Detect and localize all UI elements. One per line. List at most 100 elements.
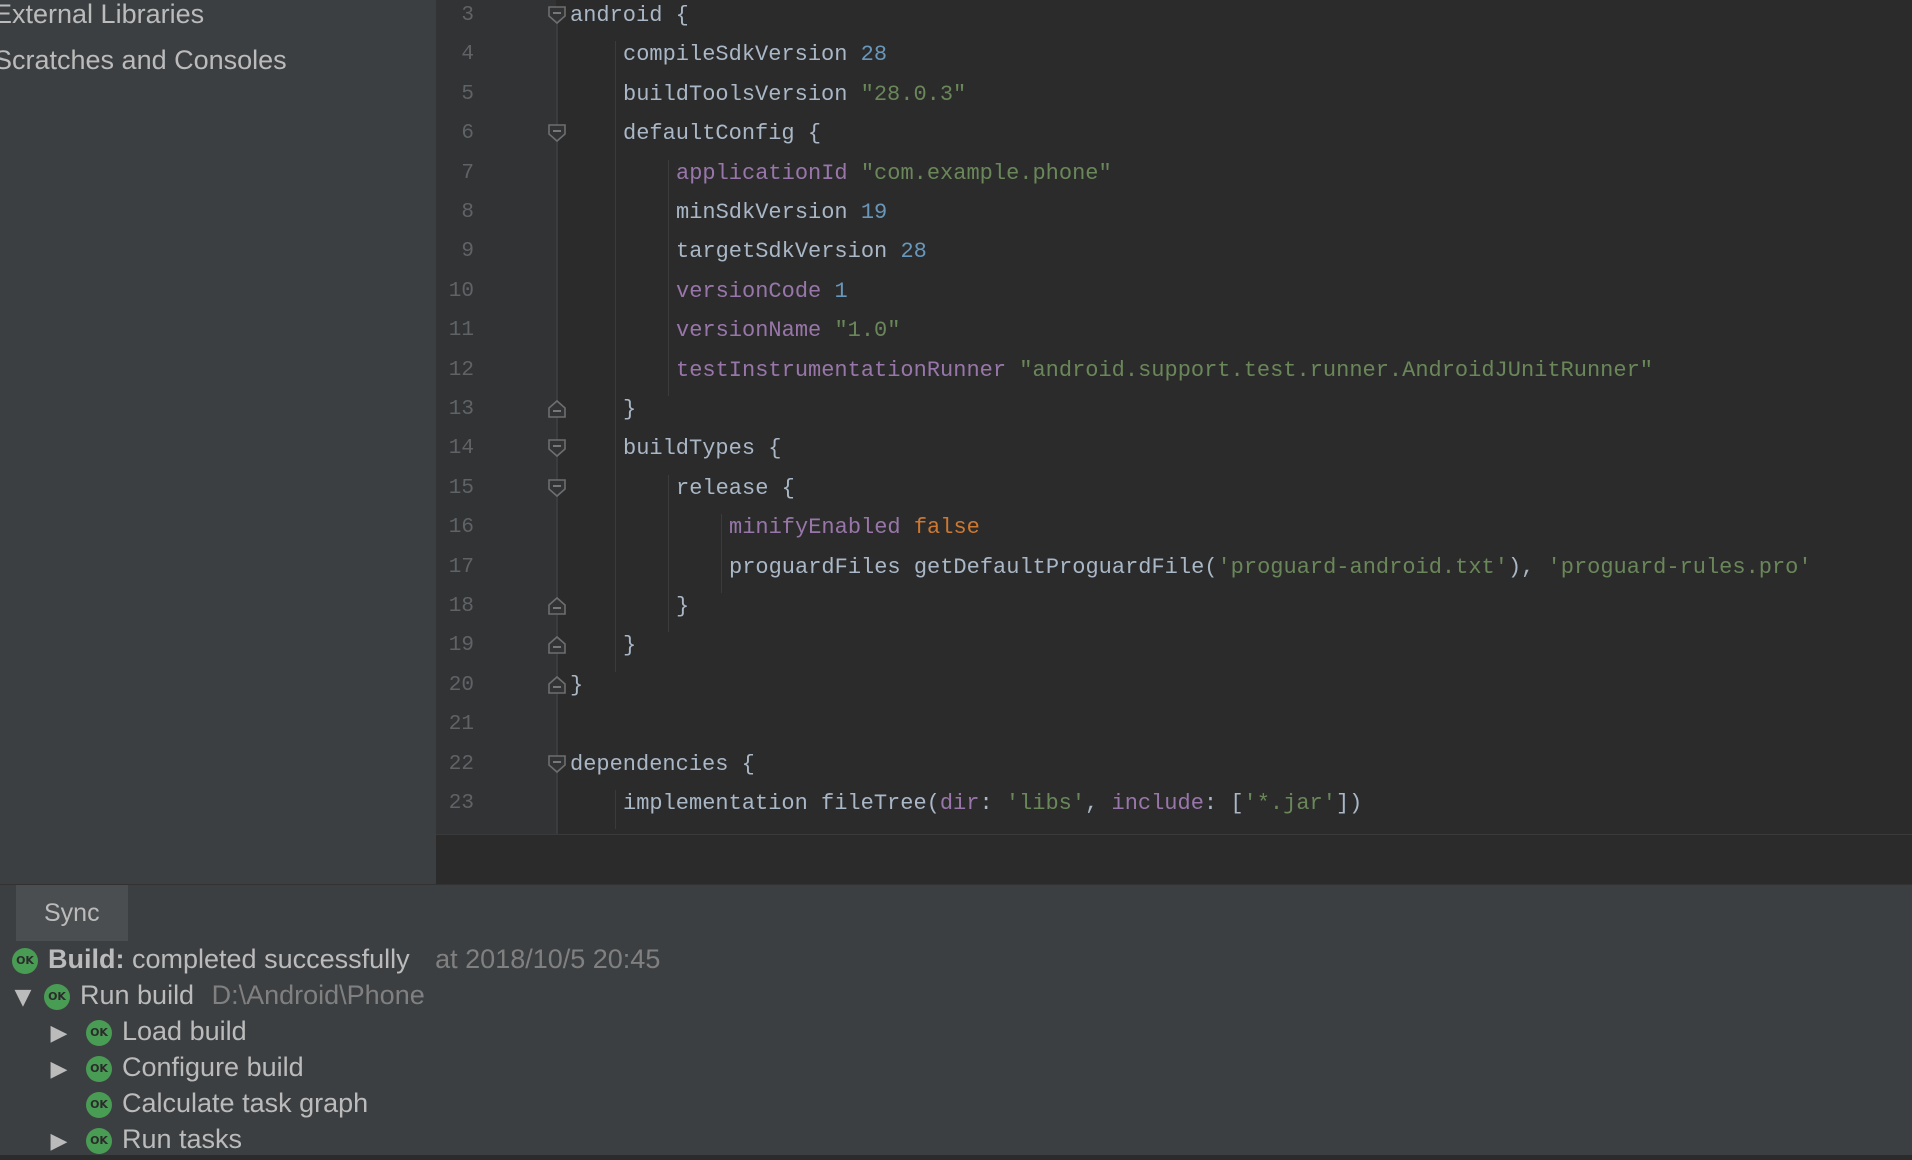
- code-token: buildToolsVersion: [623, 81, 861, 107]
- build-status-time: at 2018/10/5 20:45: [435, 944, 661, 974]
- code-line: dependencies {: [570, 749, 755, 789]
- build-task-label: Run tasks: [122, 1124, 243, 1154]
- indent-guide: [721, 553, 722, 593]
- code-line: targetSdkVersion 28: [676, 236, 927, 276]
- build-task-row[interactable]: ▶OKCalculate task graph: [48, 1085, 368, 1121]
- fold-collapse-icon[interactable]: [546, 122, 568, 144]
- line-number: 9: [461, 240, 474, 264]
- code-token: minSdkVersion: [676, 200, 861, 225]
- code-line: proguardFiles getDefaultProguardFile('pr…: [729, 552, 1812, 592]
- editor-bottom-area: [436, 834, 1912, 885]
- chevron-down-icon[interactable]: ▼: [12, 980, 34, 1016]
- fold-end-icon[interactable]: [546, 674, 568, 696]
- fold-end-icon[interactable]: [546, 634, 568, 656]
- line-number: 17: [448, 555, 474, 579]
- line-number: 21: [448, 713, 474, 737]
- ok-icon: OK: [12, 947, 38, 974]
- code-line: defaultConfig {: [623, 118, 821, 158]
- fold-end-icon[interactable]: [546, 595, 568, 617]
- line-number: 22: [448, 752, 474, 776]
- code-token: }: [623, 397, 637, 422]
- fold-collapse-icon[interactable]: [546, 437, 568, 459]
- fold-collapse-icon[interactable]: [546, 477, 568, 499]
- build-task-label: Load build: [122, 1016, 247, 1046]
- code-token: versionName: [676, 318, 835, 344]
- indent-guide: [615, 514, 616, 554]
- indent-guide: [668, 199, 669, 239]
- line-number: 5: [461, 82, 474, 106]
- indent-guide: [615, 199, 616, 239]
- code-token: 28: [900, 239, 927, 265]
- line-number: 23: [448, 792, 474, 815]
- fold-end-icon[interactable]: [546, 398, 568, 420]
- project-item-external-libraries[interactable]: External Libraries: [0, 0, 204, 34]
- code-token: "28.0.3": [860, 81, 967, 107]
- code-token: compileSdkVersion: [623, 42, 861, 68]
- build-task-row[interactable]: ▶ OK Run tasks: [48, 1121, 243, 1160]
- code-token: 'proguard-rules.pro': [1547, 554, 1812, 580]
- chevron-right-icon[interactable]: ▶: [48, 1052, 70, 1088]
- code-token: targetSdkVersion: [676, 239, 901, 265]
- indent-guide: [615, 553, 616, 593]
- build-status-text: completed successfully: [132, 944, 410, 974]
- code-line: }: [676, 591, 689, 631]
- code-token: minifyEnabled: [729, 515, 914, 541]
- indent-guide: [615, 790, 616, 830]
- code-token: }: [570, 672, 584, 698]
- build-task-label: Configure build: [122, 1052, 304, 1082]
- line-number: 3: [461, 4, 474, 27]
- indent-guide: [615, 238, 616, 278]
- run-build-row[interactable]: ▼ OK Run build D:\Android\Phone: [12, 977, 425, 1013]
- fold-collapse-icon[interactable]: [546, 753, 568, 775]
- tab-sync[interactable]: Sync: [16, 885, 128, 941]
- project-item-scratches-and-consoles[interactable]: Scratches and Consoles: [0, 40, 287, 80]
- code-token: 'libs': [1005, 791, 1086, 816]
- code-token: }: [676, 594, 690, 619]
- run-build-label: Run build: [80, 980, 195, 1010]
- build-task-row[interactable]: ▶ OK Load build: [48, 1013, 247, 1049]
- code-editor[interactable]: 3 4 5 6 7 8 9 10 11 12 13 14 15 16 17 18 19 20 21 22 23 andr…: [436, 0, 1912, 834]
- build-tab-bar: Sync: [0, 885, 1912, 941]
- line-number: 16: [448, 516, 474, 540]
- build-status-row[interactable]: OK Build: completed successfully at 2018/…: [12, 941, 660, 977]
- line-number: 4: [461, 43, 474, 67]
- code-line: }: [623, 630, 636, 670]
- line-number: 11: [448, 319, 474, 343]
- build-task-row[interactable]: ▶ OK Configure build: [48, 1049, 304, 1085]
- code-token: testInstrumentationRunner: [676, 357, 1020, 383]
- indent-guide: [615, 80, 616, 121]
- ok-icon: OK: [86, 1127, 112, 1154]
- code-line: }: [570, 670, 583, 710]
- code-token: 28: [860, 42, 888, 68]
- indent-guide: [668, 356, 669, 396]
- line-number: 12: [448, 358, 474, 382]
- line-number: 13: [448, 398, 474, 421]
- fold-collapse-icon[interactable]: [546, 4, 568, 26]
- indent-guide: [615, 632, 616, 672]
- indent-guide: [615, 474, 616, 515]
- indent-guide: [668, 514, 669, 554]
- ok-icon: OK: [86, 1091, 112, 1118]
- code-token: :: [979, 791, 1006, 816]
- code-token: defaultConfig {: [623, 121, 822, 147]
- chevron-right-icon[interactable]: ▶: [48, 1016, 70, 1052]
- indent-guide: [668, 474, 669, 515]
- indent-guide: [615, 277, 616, 318]
- code-token: ]): [1335, 791, 1363, 816]
- code-token: '*.jar': [1243, 791, 1336, 816]
- indent-guide: [668, 159, 669, 199]
- code-token: buildTypes {: [623, 436, 782, 462]
- project-tool-window: External Libraries Scratches and Console…: [0, 0, 436, 884]
- code-line: android {: [570, 0, 689, 40]
- ok-icon: OK: [86, 1019, 112, 1046]
- line-number: 8: [461, 201, 474, 224]
- code-token: 'proguard-android.txt': [1217, 554, 1508, 580]
- project-item-label: External Libraries: [0, 0, 205, 29]
- indent-guide: [668, 553, 669, 593]
- code-token: implementation fileTree(: [623, 791, 940, 816]
- chevron-right-icon[interactable]: ▶: [48, 1124, 70, 1160]
- code-token: versionCode: [676, 278, 835, 304]
- indent-guide: [668, 593, 669, 633]
- code-line: applicationId "com.example.phone": [676, 158, 1112, 198]
- code-line: implementation fileTree(dir: 'libs', inc…: [623, 788, 1362, 828]
